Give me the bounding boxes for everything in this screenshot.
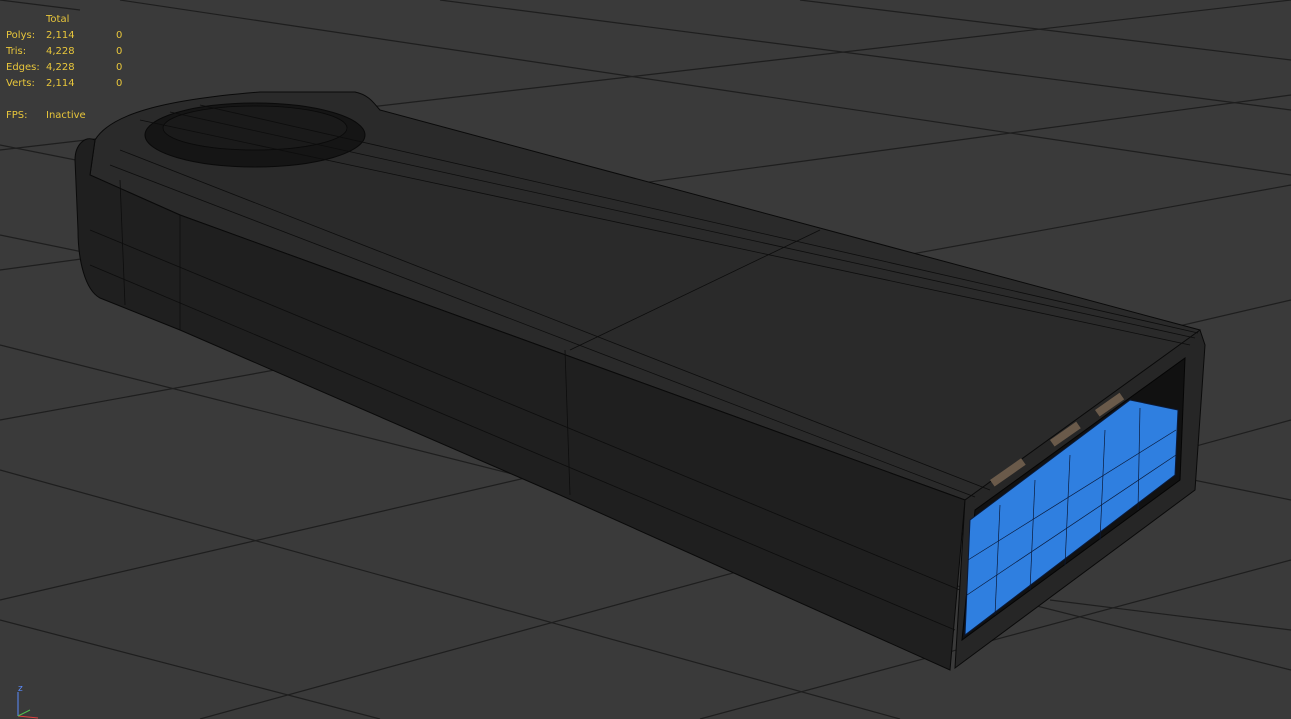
3d-viewport[interactable]: Total Polys: 2,114 0 Tris: 4,228 0 Edges…	[0, 0, 1291, 719]
fps-value: Inactive	[46, 110, 86, 121]
stats-header-row: Total	[6, 12, 136, 28]
viewport-scene[interactable]	[0, 0, 1291, 719]
stats-total-header: Total	[46, 14, 70, 25]
stats-total-value: 4,228	[46, 46, 75, 57]
stats-label: Polys:	[6, 30, 36, 41]
stats-selected-value: 0	[116, 46, 123, 57]
stats-total-value: 4,228	[46, 62, 75, 73]
fps-label: FPS:	[6, 110, 28, 121]
stats-label: Edges:	[6, 62, 40, 73]
axis-gizmo-icon: z	[8, 682, 48, 719]
stats-selected-value: 0	[116, 30, 123, 41]
stats-label: Verts:	[6, 78, 35, 89]
stats-total-value: 2,114	[46, 30, 75, 41]
stats-row-verts: Verts: 2,114 0	[6, 76, 136, 92]
stats-row-fps: FPS: Inactive	[6, 108, 136, 124]
viewport-statistics: Total Polys: 2,114 0 Tris: 4,228 0 Edges…	[6, 12, 136, 124]
stats-total-value: 2,114	[46, 78, 75, 89]
stats-row-tris: Tris: 4,228 0	[6, 44, 136, 60]
stats-row-edges: Edges: 4,228 0	[6, 60, 136, 76]
stats-row-polys: Polys: 2,114 0	[6, 28, 136, 44]
stats-label: Tris:	[6, 46, 27, 57]
stats-selected-value: 0	[116, 78, 123, 89]
axis-z-label: z	[18, 684, 23, 694]
usb-stick-model[interactable]	[74, 91, 1206, 671]
stats-selected-value: 0	[116, 62, 123, 73]
